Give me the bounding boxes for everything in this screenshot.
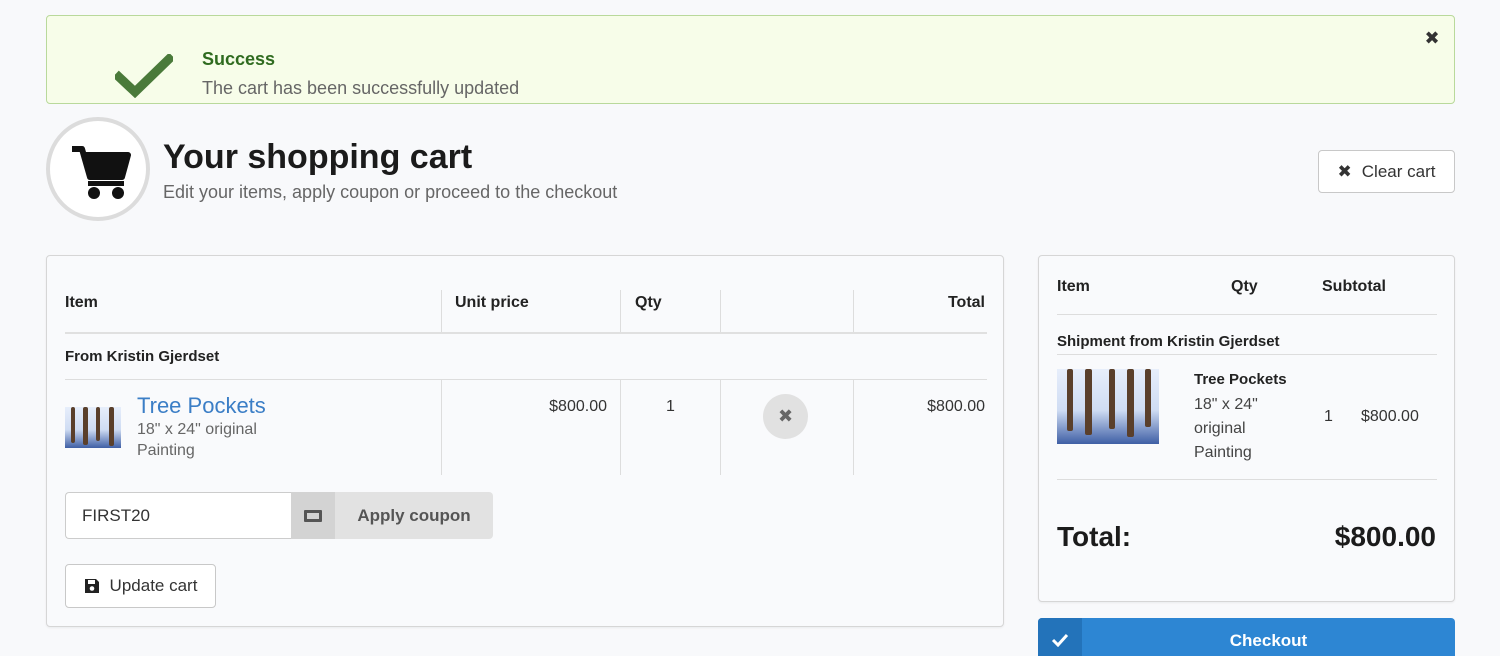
checkout-label: Checkout — [1229, 631, 1308, 650]
column-header-total: Total — [947, 294, 985, 311]
column-divider — [853, 290, 854, 334]
column-header-unit-price: Unit price — [455, 294, 529, 311]
column-divider — [441, 290, 442, 334]
checkout-button[interactable]: Checkout — [1038, 618, 1455, 656]
cart-panel: Item Unit price Qty Total From Kristin G… — [46, 255, 1004, 627]
column-divider — [720, 290, 721, 334]
summary-divider — [1057, 314, 1437, 315]
summary-subtotal: $800.00 — [1361, 408, 1419, 425]
remove-item-button[interactable]: ✖ — [763, 394, 808, 439]
summary-header-qty: Qty — [1231, 278, 1258, 295]
alert-message: The cart has been successfully updated — [202, 78, 520, 98]
check-icon — [1038, 618, 1082, 656]
row-divider — [65, 379, 987, 380]
summary-quantity: 1 — [1324, 408, 1333, 425]
alert-close-icon[interactable]: ✖ — [1422, 28, 1442, 48]
shipment-seller: Shipment from Kristin Gjerdset — [1057, 333, 1280, 350]
product-thumbnail[interactable] — [65, 407, 121, 448]
total-label: Total: — [1057, 521, 1132, 552]
coupon-input[interactable] — [65, 492, 291, 539]
clear-cart-label: Clear cart — [1361, 161, 1436, 181]
column-header-qty: Qty — [635, 294, 662, 311]
update-cart-label: Update cart — [109, 576, 198, 595]
ticket-icon — [291, 492, 335, 539]
summary-product-name: Tree Pockets — [1194, 371, 1287, 388]
floppy-disk-icon — [84, 579, 99, 593]
order-summary-panel: Item Qty Subtotal Shipment from Kristin … — [1038, 255, 1455, 602]
summary-divider — [1057, 354, 1437, 355]
summary-divider — [1057, 479, 1437, 480]
apply-coupon-button[interactable]: Apply coupon — [335, 492, 493, 539]
column-divider — [441, 380, 442, 475]
summary-product-thumbnail — [1057, 369, 1159, 444]
quantity: 1 — [666, 398, 675, 415]
page-subtitle: Edit your items, apply coupon or proceed… — [163, 182, 618, 202]
column-divider — [853, 380, 854, 475]
seller-name: From Kristin Gjerdset — [65, 348, 220, 365]
page-title: Your shopping cart — [163, 138, 473, 176]
shopping-cart-icon — [72, 146, 131, 199]
checkmark-icon — [115, 54, 173, 98]
column-divider — [620, 290, 621, 334]
alert-title: Success — [202, 49, 276, 69]
clear-cart-button[interactable]: ✖ Clear cart — [1318, 150, 1455, 193]
column-divider — [720, 380, 721, 475]
close-icon: ✖ — [777, 406, 794, 426]
summary-header-subtotal: Subtotal — [1322, 278, 1386, 295]
column-divider — [620, 380, 621, 475]
total-value: $800.00 — [1334, 521, 1436, 552]
unit-price: $800.00 — [549, 398, 607, 415]
line-total: $800.00 — [927, 398, 985, 415]
success-alert: Success The cart has been successfully u… — [46, 15, 1455, 104]
product-description: 18" x 24" original — [137, 421, 257, 438]
product-type: Painting — [137, 442, 195, 459]
header-divider — [65, 332, 987, 334]
close-icon: ✖ — [1337, 161, 1352, 181]
update-cart-button[interactable]: Update cart — [65, 564, 216, 608]
column-header-item: Item — [65, 294, 98, 311]
summary-product-description: 18" x 24" original Painting — [1194, 396, 1258, 461]
summary-header-item: Item — [1057, 278, 1090, 295]
product-name-link[interactable]: Tree Pockets — [137, 393, 266, 419]
cart-badge — [46, 117, 150, 221]
